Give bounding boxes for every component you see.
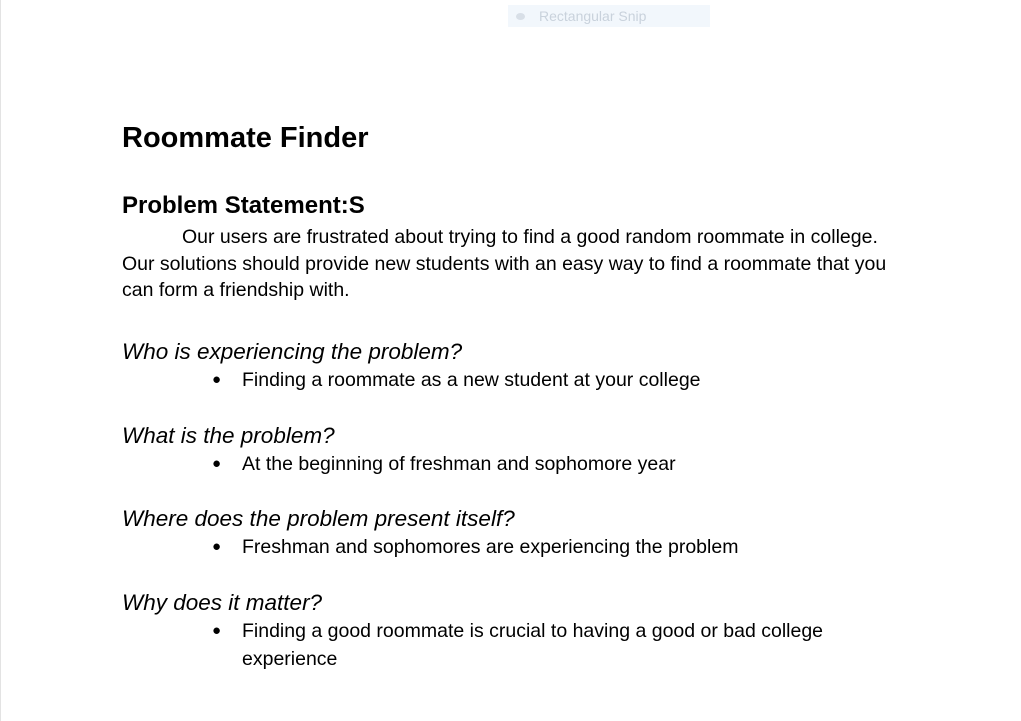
question-why: Why does it matter?: [122, 590, 323, 615]
bullet-text: At the beginning of freshman and sophomo…: [242, 453, 676, 475]
snip-mode-label: Rectangular Snip: [539, 8, 647, 24]
list-item: ● Finding a good roommate is crucial to …: [212, 617, 852, 673]
problem-statement-paragraph: Our users are frustrated about trying to…: [122, 226, 887, 301]
list-item: ● Finding a roommate as a new student at…: [212, 366, 852, 394]
bullet-icon: ●: [212, 622, 222, 639]
question-where: Where does the problem present itself?: [122, 506, 515, 531]
bullet-text: Freshman and sophomores are experiencing…: [242, 536, 739, 558]
bullet-icon: ●: [212, 455, 222, 472]
bullet-text: Finding a good roommate is crucial to ha…: [242, 620, 824, 670]
problem-statement-heading: Problem Statement:S: [122, 192, 365, 219]
list-item: ● At the beginning of freshman and sopho…: [212, 450, 852, 478]
bullet-icon: ●: [212, 538, 222, 555]
bullet-text: Finding a roommate as a new student at y…: [242, 369, 701, 391]
question-what: What is the problem?: [122, 423, 335, 448]
bullet-icon: ●: [212, 371, 222, 388]
question-who: Who is experiencing the problem?: [122, 339, 463, 364]
list-item: ● Freshman and sophomores are experienci…: [212, 533, 852, 561]
rectangular-snip-overlay[interactable]: Rectangular Snip: [508, 5, 710, 27]
snip-record-icon: [516, 12, 525, 20]
document-title: Roommate Finder: [122, 122, 369, 154]
document-page: Rectangular Snip Roommate Finder Problem…: [0, 0, 1021, 721]
